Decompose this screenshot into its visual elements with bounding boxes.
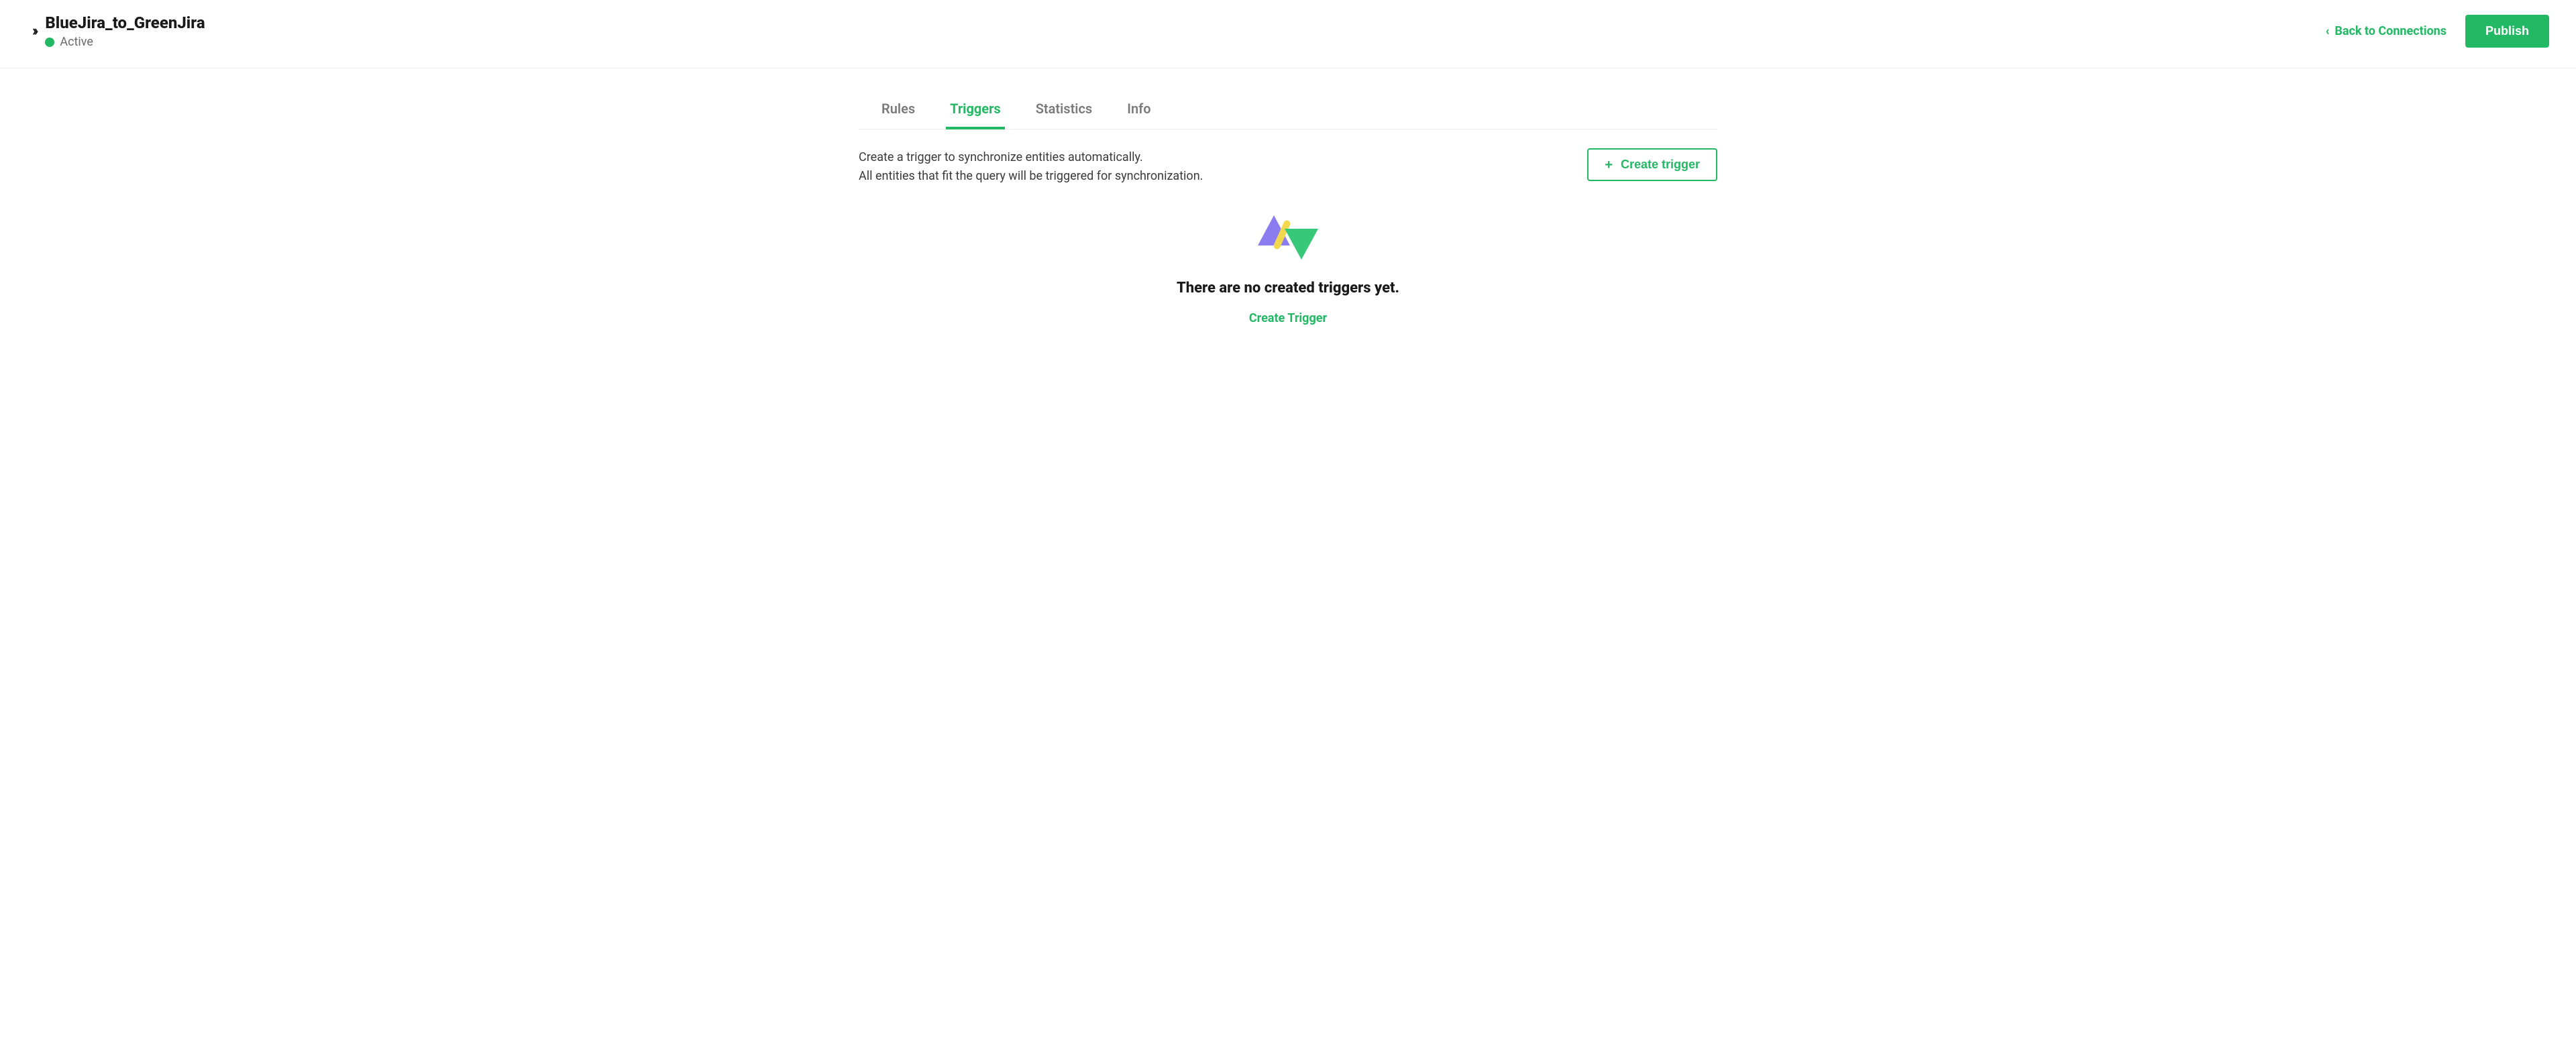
create-trigger-label: Create trigger — [1621, 158, 1700, 172]
description-line-2: All entities that fit the query will be … — [859, 167, 1203, 186]
publish-button[interactable]: Publish — [2465, 15, 2549, 48]
tab-rules[interactable]: Rules — [879, 101, 918, 129]
back-to-connections-link[interactable]: ‹ Back to Connections — [2326, 24, 2447, 38]
back-link-label: Back to Connections — [2334, 24, 2447, 38]
tab-statistics[interactable]: Statistics — [1033, 101, 1095, 129]
empty-state: There are no created triggers yet. Creat… — [859, 186, 1717, 352]
header-right: ‹ Back to Connections Publish — [2326, 15, 2549, 48]
header-left: ›› BlueJira_to_GreenJira Active — [32, 13, 205, 49]
description-row: Create a trigger to synchronize entities… — [859, 129, 1717, 186]
page-title: BlueJira_to_GreenJira — [45, 13, 205, 32]
create-trigger-button[interactable]: + Create trigger — [1587, 148, 1717, 181]
expand-sidebar-icon[interactable]: ›› — [32, 23, 36, 40]
status-row: Active — [45, 35, 205, 49]
description-line-1: Create a trigger to synchronize entities… — [859, 148, 1203, 167]
main-content: Rules Triggers Statistics Info Create a … — [845, 68, 1731, 366]
empty-state-title: There are no created triggers yet. — [1177, 280, 1399, 296]
empty-state-create-link[interactable]: Create Trigger — [1249, 311, 1327, 325]
chevron-left-icon: ‹ — [2326, 24, 2330, 38]
plus-icon: + — [1605, 158, 1613, 172]
tabs: Rules Triggers Statistics Info — [859, 101, 1717, 129]
status-label: Active — [60, 35, 93, 49]
status-dot-icon — [45, 38, 54, 47]
triggers-empty-icon — [1258, 213, 1318, 265]
tab-info[interactable]: Info — [1124, 101, 1153, 129]
tab-triggers[interactable]: Triggers — [947, 101, 1004, 129]
trigger-description: Create a trigger to synchronize entities… — [859, 148, 1203, 186]
title-block: BlueJira_to_GreenJira Active — [45, 13, 205, 49]
page-header: ›› BlueJira_to_GreenJira Active ‹ Back t… — [0, 0, 2576, 68]
